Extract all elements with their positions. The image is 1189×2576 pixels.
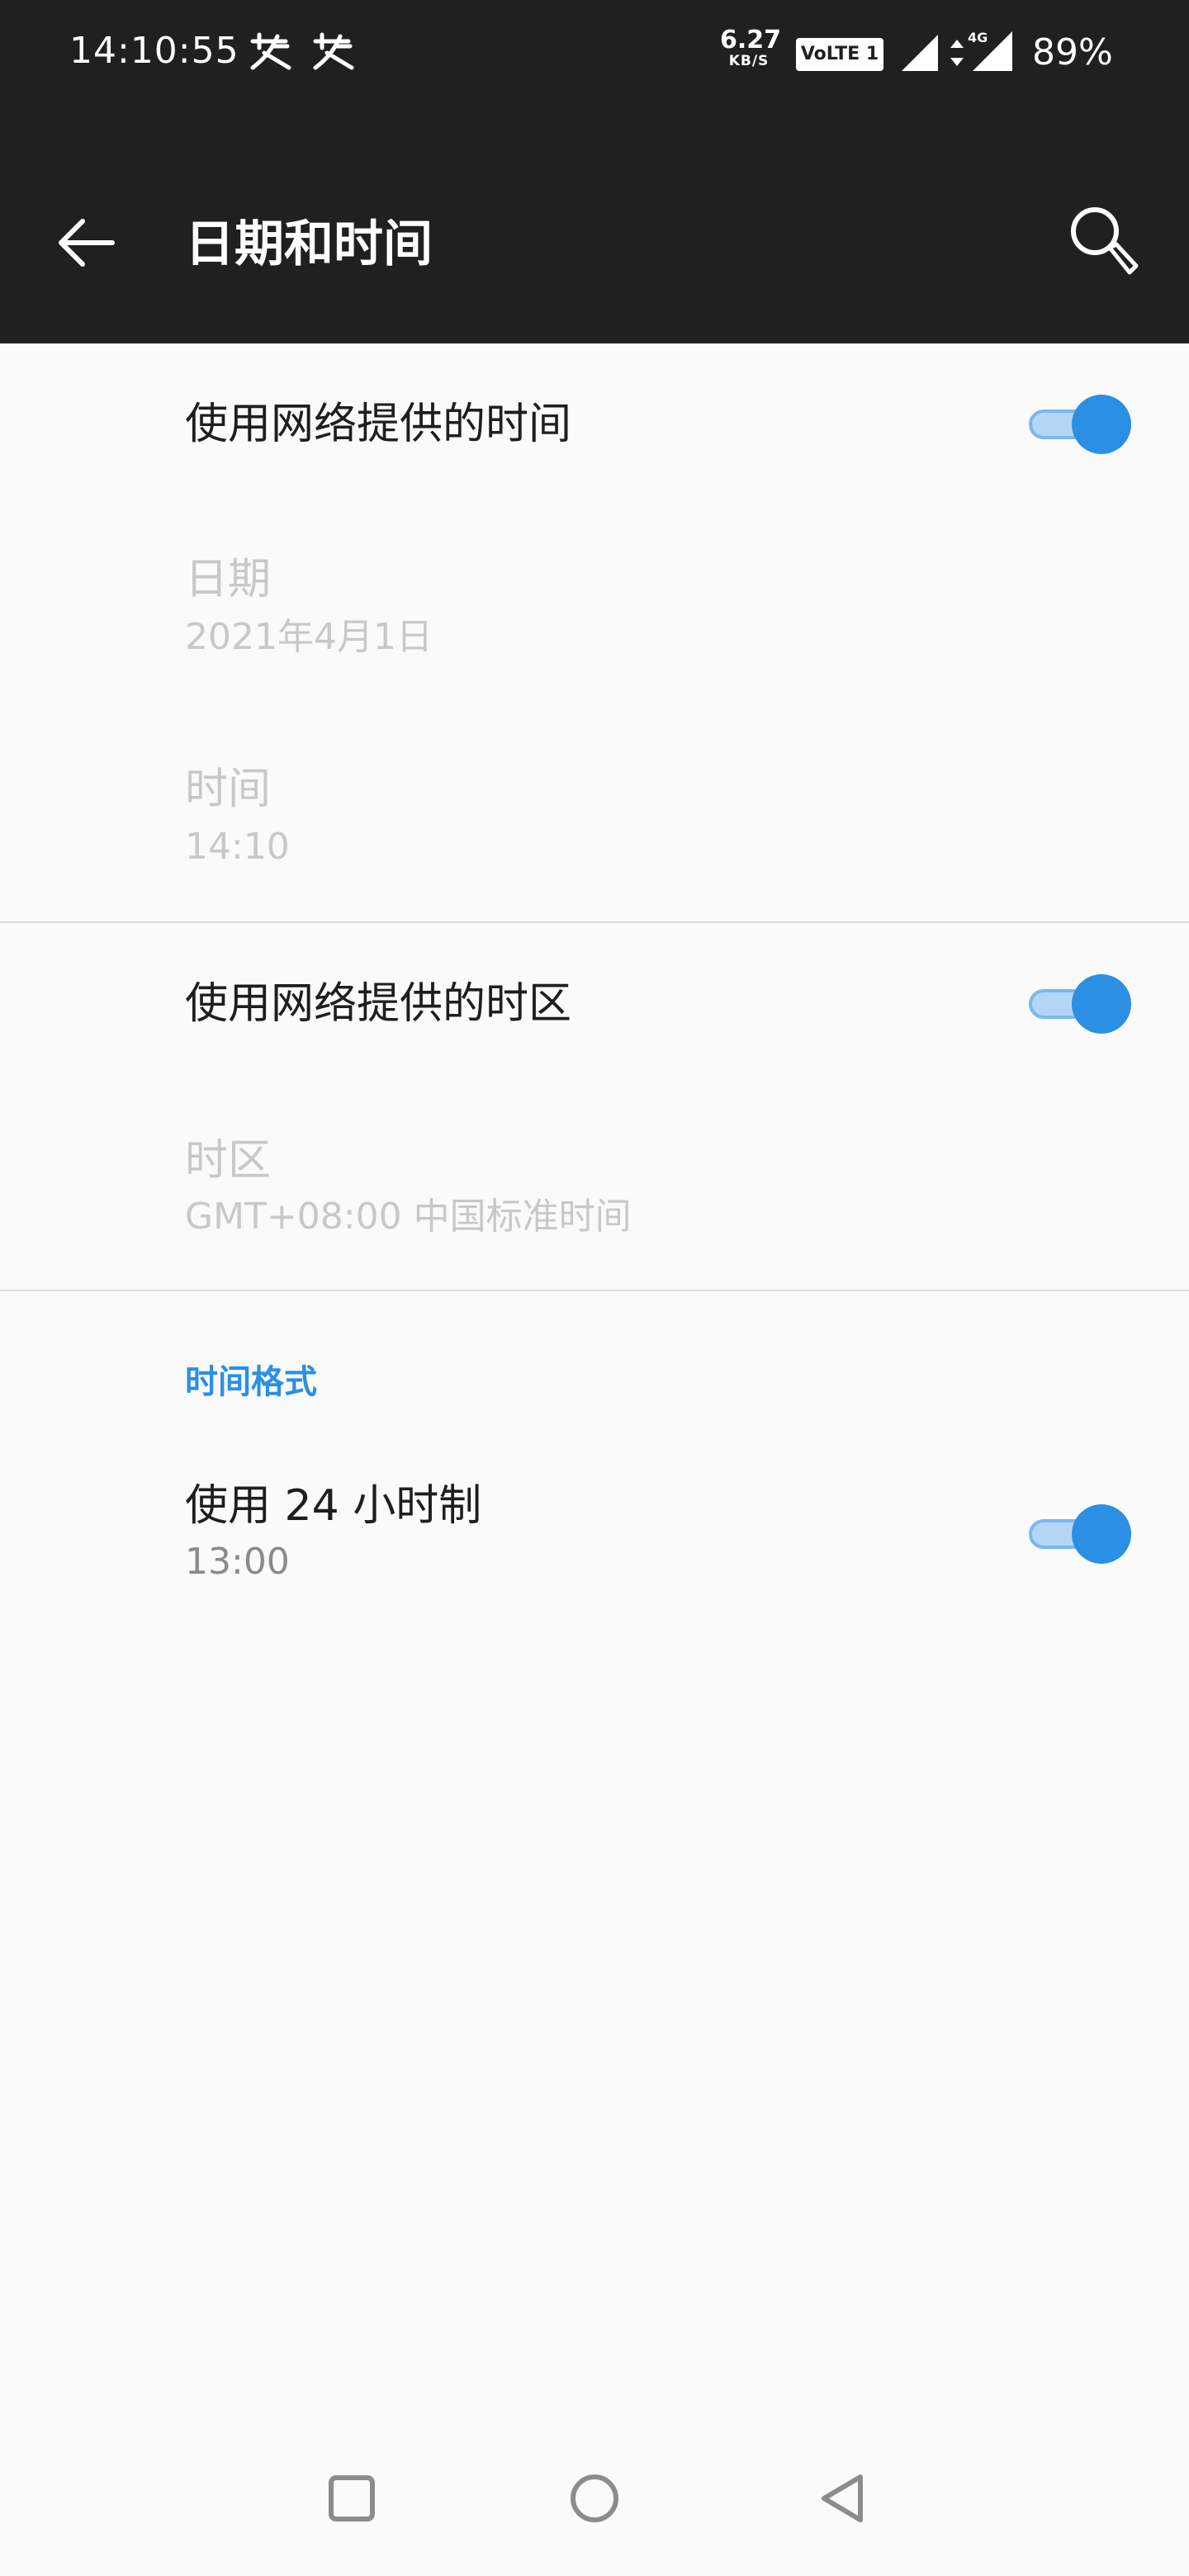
circle-home-icon[interactable] [553, 2457, 636, 2540]
auto-time-toggle[interactable] [1024, 395, 1131, 454]
app-notification-icon [250, 32, 291, 70]
date-value: 2021年4月1日 [185, 616, 433, 658]
time-value: 14:10 [185, 826, 290, 868]
volte-badge: VoLTE 1 [796, 38, 883, 71]
auto-time-label: 使用网络提供的时间 [185, 400, 572, 449]
setting-auto-time[interactable]: 使用网络提供的时间 [0, 343, 1189, 505]
network-type: 4G [968, 30, 988, 45]
battery-level: 89% [1032, 31, 1113, 73]
timezone-label: 时区 [185, 1136, 272, 1186]
setting-24-hour[interactable]: 使用 24 小时制 13:00 [0, 1437, 1189, 1635]
use-24-hour-label: 使用 24 小时制 [185, 1481, 482, 1531]
date-label: 日期 [185, 555, 272, 604]
toggle-knob [1072, 1504, 1131, 1564]
section-header-time-format: 时间格式 [185, 1363, 317, 1401]
use-24-hour-example: 13:00 [185, 1541, 290, 1583]
network-speed-value: 6.27 [720, 26, 782, 54]
status-time: 14:10:55 [69, 30, 239, 72]
triangle-back-icon[interactable] [801, 2457, 883, 2540]
timezone-value: GMT+08:00 中国标准时间 [185, 1196, 632, 1238]
network-speed-unit: KB/S [728, 53, 770, 69]
status-bar: 14:10:55 6.27 KB/S VoLTE 1 4G 89% [0, 0, 1189, 104]
back-arrow-icon[interactable] [50, 201, 124, 284]
signal-icon [902, 35, 938, 71]
setting-time: 时间 14:10 [0, 717, 1189, 921]
auto-timezone-toggle[interactable] [1024, 974, 1131, 1034]
setting-timezone: 时区 GMT+08:00 中国标准时间 [0, 1088, 1189, 1290]
toggle-knob [1072, 974, 1131, 1034]
setting-auto-timezone[interactable]: 使用网络提供的时区 [0, 923, 1189, 1088]
toggle-knob [1072, 395, 1131, 454]
search-icon[interactable] [1060, 197, 1151, 287]
use-24-hour-toggle[interactable] [1024, 1504, 1131, 1564]
divider [0, 1290, 1189, 1291]
square-recents-icon[interactable] [310, 2457, 393, 2540]
network-speed: 6.27 KB/S [720, 26, 782, 69]
app-notification-icon [313, 32, 354, 70]
app-bar: 14:10:55 6.27 KB/S VoLTE 1 4G 89% 日期和时间 [0, 0, 1189, 343]
page-title: 日期和时间 [185, 215, 433, 273]
time-label: 时间 [185, 765, 272, 814]
setting-date: 日期 2021年4月1日 [0, 505, 1189, 717]
auto-timezone-label: 使用网络提供的时区 [185, 979, 572, 1029]
data-activity-icon [950, 40, 964, 66]
